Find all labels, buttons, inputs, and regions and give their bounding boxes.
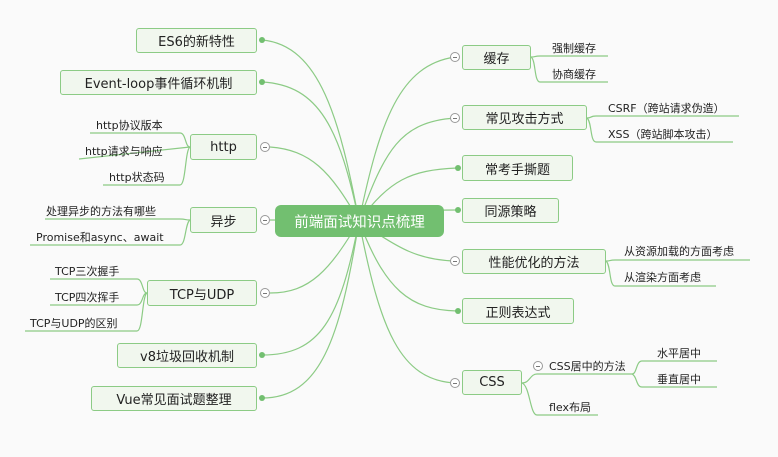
node-attacks[interactable]: 常见攻击方式 (462, 105, 587, 130)
node-css[interactable]: CSS (462, 370, 522, 395)
expand-dot-icon[interactable] (259, 395, 265, 401)
collapse-icon[interactable] (260, 288, 270, 298)
leaf-rendering[interactable]: 从渲染方面考虑 (624, 269, 701, 285)
leaf-http-request-response[interactable]: http请求与响应 (85, 143, 163, 159)
collapse-icon[interactable] (450, 52, 460, 62)
expand-dot-icon[interactable] (259, 37, 265, 43)
node-vue[interactable]: Vue常见面试题整理 (91, 386, 257, 411)
node-performance[interactable]: 性能优化的方法 (462, 249, 606, 274)
root-node[interactable]: 前端面试知识点梳理 (275, 205, 444, 237)
node-v8-gc[interactable]: v8垃圾回收机制 (117, 343, 257, 368)
node-same-origin[interactable]: 同源策略 (462, 198, 559, 223)
collapse-icon[interactable] (450, 256, 460, 266)
leaf-css-centering[interactable]: CSS居中的方法 (549, 358, 626, 374)
leaf-resource-loading[interactable]: 从资源加载的方面考虑 (624, 243, 734, 259)
node-async[interactable]: 异步 (190, 207, 257, 233)
collapse-icon[interactable] (533, 361, 543, 371)
leaf-vertical-center[interactable]: 垂直居中 (657, 371, 701, 387)
collapse-icon[interactable] (260, 142, 270, 152)
leaf-tcp-udp-diff[interactable]: TCP与UDP的区别 (30, 315, 118, 331)
expand-dot-icon[interactable] (259, 79, 265, 85)
collapse-icon[interactable] (450, 378, 460, 388)
node-cache[interactable]: 缓存 (462, 45, 531, 70)
collapse-icon[interactable] (260, 215, 270, 225)
leaf-xss[interactable]: XSS（跨站脚本攻击） (608, 126, 718, 142)
leaf-http-status[interactable]: http状态码 (109, 169, 165, 185)
node-tcp-udp[interactable]: TCP与UDP (147, 280, 257, 306)
node-regex[interactable]: 正则表达式 (462, 298, 574, 324)
collapse-icon[interactable] (450, 113, 460, 123)
leaf-http-version[interactable]: http协议版本 (96, 117, 163, 133)
node-handwrite[interactable]: 常考手撕题 (462, 155, 573, 181)
leaf-tcp-wave[interactable]: TCP四次挥手 (55, 289, 119, 305)
node-http[interactable]: http (190, 134, 257, 160)
expand-dot-icon[interactable] (259, 352, 265, 358)
leaf-promise-async[interactable]: Promise和async、await (36, 229, 164, 245)
node-event-loop[interactable]: Event-loop事件循环机制 (60, 70, 257, 95)
expand-dot-icon[interactable] (455, 308, 461, 314)
leaf-strong-cache[interactable]: 强制缓存 (552, 40, 596, 56)
leaf-async-methods[interactable]: 处理异步的方法有哪些 (46, 203, 156, 219)
expand-dot-icon[interactable] (455, 207, 461, 213)
leaf-flex[interactable]: flex布局 (549, 399, 591, 415)
leaf-negotiate-cache[interactable]: 协商缓存 (552, 66, 596, 82)
expand-dot-icon[interactable] (455, 165, 461, 171)
leaf-horizontal-center[interactable]: 水平居中 (657, 345, 701, 361)
leaf-tcp-handshake[interactable]: TCP三次握手 (55, 263, 119, 279)
leaf-csrf[interactable]: CSRF（跨站请求伪造） (608, 100, 725, 116)
node-es6[interactable]: ES6的新特性 (136, 28, 257, 53)
